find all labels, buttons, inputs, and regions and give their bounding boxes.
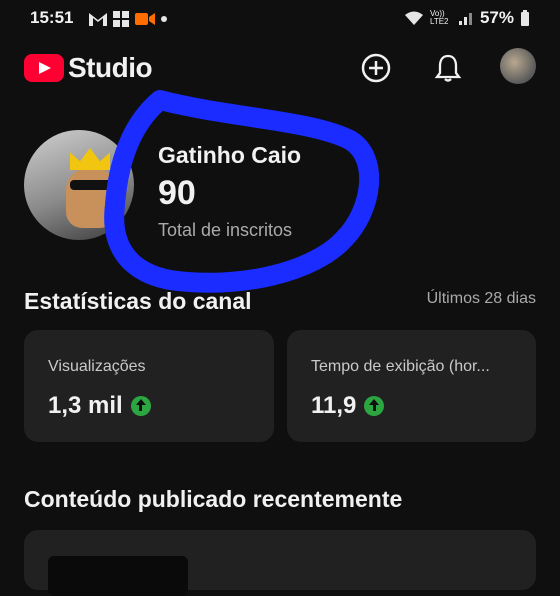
app-header: Studio: [0, 40, 560, 96]
status-time: 15:51: [30, 8, 74, 27]
views-label: Visualizações: [48, 358, 146, 375]
status-right: Vo)) LTE2 57%: [404, 8, 530, 28]
watch-time-value: 11,9: [311, 392, 357, 419]
sunglasses-icon: [70, 180, 112, 190]
views-card[interactable]: Visualizações 1,3 mil: [24, 330, 274, 442]
recent-content-card[interactable]: [24, 530, 536, 596]
subscriber-count: 90: [158, 174, 196, 212]
add-circle-icon: [361, 53, 391, 83]
notification-icons: [88, 10, 168, 28]
watch-time-value-row: 11,9: [311, 392, 385, 420]
stats-period[interactable]: Últimos 28 dias: [427, 290, 536, 308]
channel-avatar[interactable]: [24, 130, 134, 240]
watch-time-card[interactable]: Tempo de exibição (hor... 11,9: [287, 330, 536, 442]
app-grid-icon: [113, 11, 129, 27]
bell-icon: [434, 54, 462, 82]
signal-icon: [458, 13, 472, 25]
create-button[interactable]: [358, 50, 394, 86]
youtube-logo-icon: [24, 54, 64, 82]
video-thumbnail[interactable]: [48, 556, 188, 596]
recent-content-title: Conteúdo publicado recentemente: [24, 486, 403, 512]
battery-icon: [521, 10, 529, 26]
logo-text: Studio: [68, 52, 153, 83]
battery-percent: 57%: [479, 8, 514, 27]
views-value: 1,3 mil: [48, 392, 123, 419]
trend-up-icon: [364, 396, 385, 416]
dot-icon: [161, 16, 167, 22]
account-avatar[interactable]: [500, 48, 536, 84]
wifi-icon: [404, 11, 423, 25]
subscriber-label: Total de inscritos: [158, 220, 293, 240]
channel-name: Gatinho Caio: [158, 142, 302, 168]
video-camera-icon: [135, 13, 155, 25]
status-bar: 15:51 Vo)) LTE2 57%: [0, 0, 560, 34]
watch-time-label: Tempo de exibição (hor...: [311, 358, 490, 375]
studio-logo[interactable]: Studio: [24, 52, 153, 84]
notifications-button[interactable]: [430, 50, 466, 86]
views-value-row: 1,3 mil: [48, 392, 151, 420]
trend-up-icon: [130, 396, 151, 416]
stats-title: Estatísticas do canal: [24, 288, 252, 314]
gmail-icon: [89, 13, 107, 26]
crown-icon: [70, 148, 110, 170]
network-label: Vo)) LTE2: [429, 9, 449, 26]
cat-picture: [66, 168, 116, 228]
